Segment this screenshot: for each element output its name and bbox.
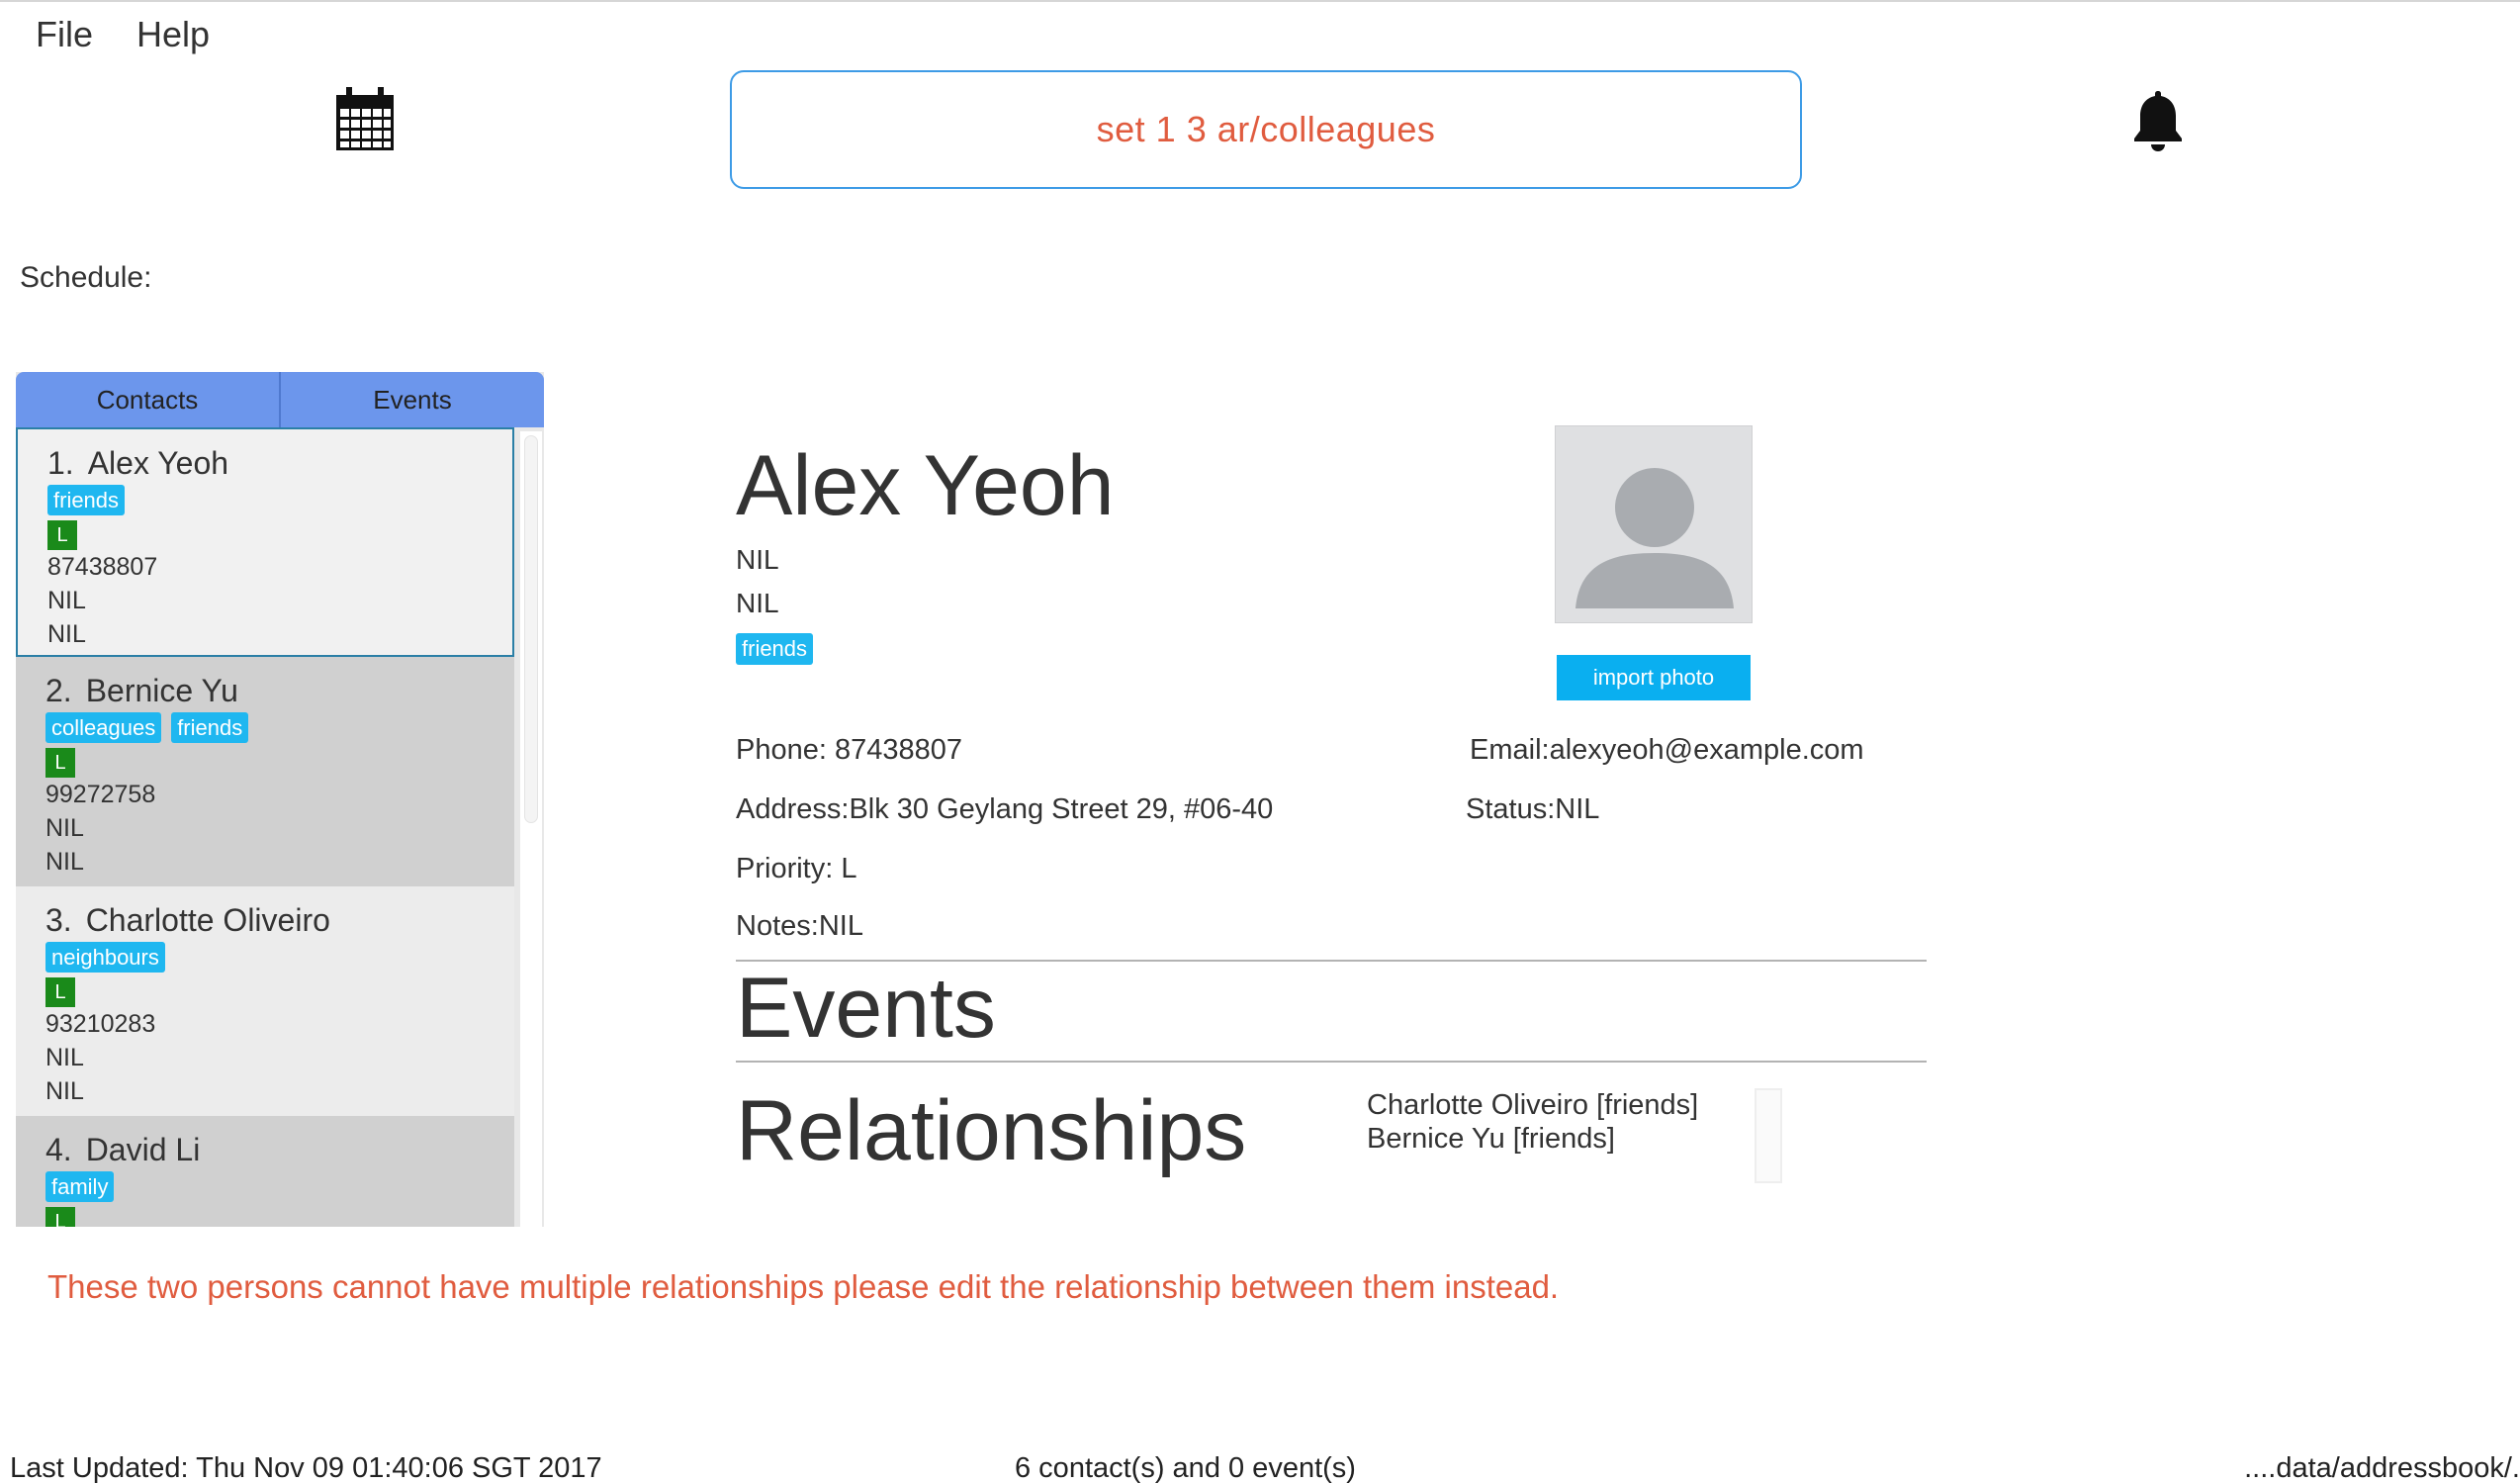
relationship-scrollbar[interactable]: [1755, 1088, 1782, 1183]
relationship-item[interactable]: Charlotte Oliveiro [friends]: [1367, 1088, 1698, 1122]
bell-icon[interactable]: [2130, 87, 2186, 152]
contact-name: David Li: [85, 1132, 201, 1167]
contact-name-row: 2. Bernice Yu: [45, 669, 514, 712]
status-path: ....data/addressbook/.: [2244, 1452, 2520, 1484]
contact-tags: colleagues friends: [45, 712, 514, 746]
relationship-item[interactable]: Bernice Yu [friends]: [1367, 1122, 1698, 1156]
avatar: [1555, 425, 1753, 623]
contact-field: NIL: [45, 814, 84, 842]
priority-badge: L: [45, 1207, 75, 1227]
contact-name-row: 1. Alex Yeoh: [47, 441, 512, 485]
detail-line: NIL: [736, 588, 779, 618]
menu-bar: File Help: [0, 2, 253, 67]
import-photo-button[interactable]: import photo: [1557, 655, 1751, 700]
contact-phone: 99272758: [45, 781, 156, 808]
address-value: Blk 30 Geylang Street 29, #06-40: [849, 793, 1274, 825]
relationship-list: Charlotte Oliveiro [friends] Bernice Yu …: [1367, 1088, 1698, 1156]
menu-file[interactable]: File: [36, 14, 93, 55]
detail-phone: Phone: 87438807: [736, 734, 962, 767]
contact-phone: 93210283: [45, 1010, 156, 1038]
email-label: Email:: [1470, 734, 1550, 766]
tab-contacts[interactable]: Contacts: [16, 372, 281, 427]
detail-priority: Priority: L: [736, 853, 857, 885]
contact-card[interactable]: 2. Bernice Yu colleagues friends L 9927275…: [16, 657, 514, 886]
error-message: These two persons cannot have multiple r…: [47, 1268, 1560, 1305]
list-scrollbar-thumb[interactable]: [524, 435, 538, 823]
contact-name: Charlotte Oliveiro: [85, 902, 330, 938]
tab-events[interactable]: Events: [281, 372, 544, 427]
contact-list: 1. Alex Yeoh friends L 87438807 NIL NIL 2…: [16, 427, 514, 1227]
status-value: NIL: [1555, 793, 1600, 825]
contact-name: Bernice Yu: [85, 673, 238, 708]
priority-badge: L: [45, 977, 75, 1007]
app-window: File Help set 1 3 ar/colleagues Schedule…: [0, 0, 2520, 1484]
contact-card[interactable]: 4. David Li family L: [16, 1116, 514, 1227]
email-value: alexyeoh@example.com: [1549, 734, 1864, 766]
relationships-title: Relationships: [736, 1083, 1247, 1178]
detail-status: Status:NIL: [1466, 793, 1599, 826]
contact-index: 2.: [45, 673, 72, 708]
contact-index: 1.: [47, 445, 74, 481]
schedule-label: Schedule:: [20, 261, 152, 294]
left-panel: Contacts Events 1. Alex Yeoh friends L 87…: [16, 372, 544, 1227]
priority-value: L: [841, 853, 857, 884]
status-label: Status:: [1466, 793, 1556, 825]
tag: colleagues: [45, 712, 162, 743]
detail-line: NIL: [736, 544, 779, 575]
contact-index: 3.: [45, 902, 72, 938]
tag: family: [45, 1171, 115, 1202]
command-text[interactable]: set 1 3 ar/colleagues: [1097, 109, 1436, 150]
detail-name: Alex Yeoh: [736, 438, 1115, 533]
status-last-updated: Last Updated: Thu Nov 09 01:40:06 SGT 20…: [10, 1452, 602, 1484]
contact-field: NIL: [47, 587, 86, 614]
contact-field: NIL: [47, 620, 86, 648]
notes-value: NIL: [818, 910, 863, 942]
contact-tags: family: [45, 1171, 514, 1205]
priority-badge: L: [47, 520, 77, 550]
tag: friends: [171, 712, 249, 743]
calendar-icon[interactable]: [334, 87, 396, 152]
tab-bar: Contacts Events: [16, 372, 544, 427]
phone-value: 87438807: [834, 734, 963, 766]
priority-label: Priority:: [736, 853, 834, 884]
contact-tags: neighbours: [45, 942, 514, 975]
contact-field: NIL: [45, 1044, 84, 1071]
contact-field: NIL: [45, 1077, 84, 1105]
contact-name-row: 4. David Li: [45, 1128, 514, 1171]
detail-tag: friends: [736, 633, 814, 665]
phone-label: Phone:: [736, 734, 827, 766]
events-title: Events: [736, 961, 996, 1056]
priority-badge: L: [45, 748, 75, 778]
status-counts: 6 contact(s) and 0 event(s): [1015, 1452, 1356, 1484]
contact-field: NIL: [45, 848, 84, 876]
address-label: Address:: [736, 793, 850, 825]
contact-phone: 87438807: [47, 553, 158, 581]
detail-address: Address:Blk 30 Geylang Street 29, #06-40: [736, 793, 1273, 826]
contact-name-row: 3. Charlotte Oliveiro: [45, 898, 514, 942]
contact-card[interactable]: 1. Alex Yeoh friends L 87438807 NIL NIL: [16, 427, 514, 657]
contact-index: 4.: [45, 1132, 72, 1167]
detail-notes: Notes:NIL: [736, 910, 863, 943]
contact-tags: friends: [47, 485, 512, 518]
tag: neighbours: [45, 942, 165, 973]
notes-label: Notes:: [736, 910, 819, 942]
menu-help[interactable]: Help: [136, 14, 210, 55]
person-icon: [1575, 468, 1734, 608]
contact-card[interactable]: 3. Charlotte Oliveiro neighbours L 932102…: [16, 886, 514, 1116]
contact-name: Alex Yeoh: [87, 445, 229, 481]
divider: [736, 1061, 1927, 1063]
tag: friends: [47, 485, 126, 515]
command-input[interactable]: set 1 3 ar/colleagues: [730, 70, 1802, 189]
detail-email: Email:alexyeoh@example.com: [1470, 734, 1864, 767]
